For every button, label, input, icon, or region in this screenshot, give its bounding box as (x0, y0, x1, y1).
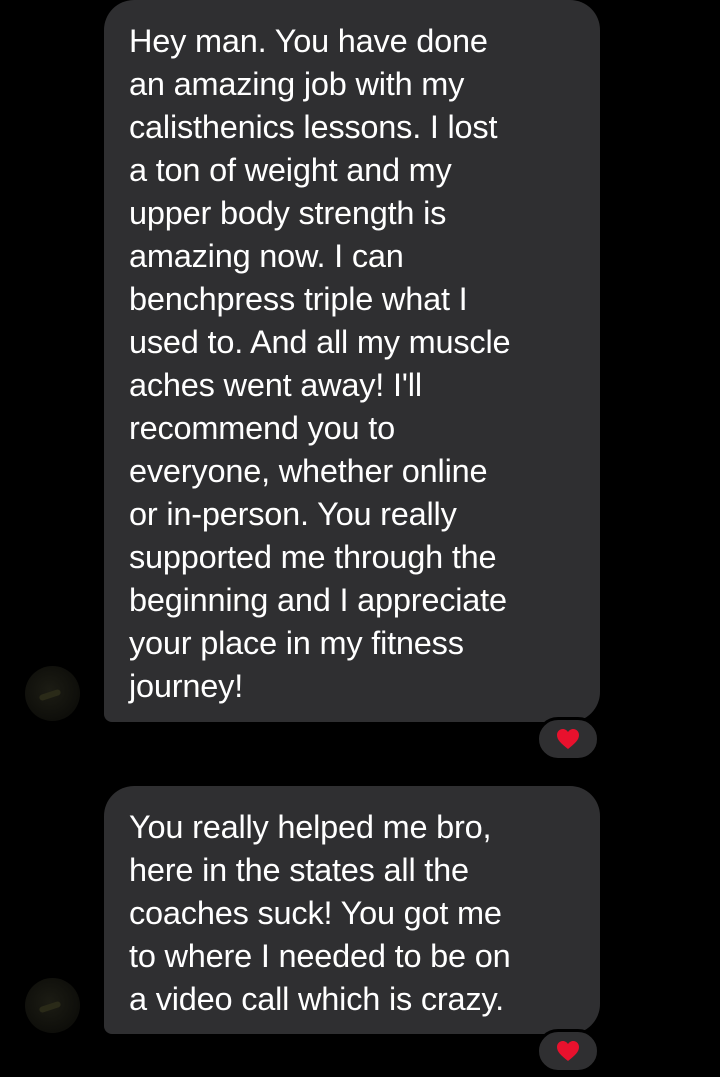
message-text: Hey man. You have done an amazing job wi… (129, 23, 511, 704)
message-text: You really helped me bro, here in the st… (129, 809, 511, 1017)
avatar-image (38, 1000, 62, 1014)
message-thread: Hey man. You have done an amazing job wi… (0, 0, 720, 1077)
sender-avatar[interactable] (25, 978, 80, 1033)
sender-avatar[interactable] (25, 666, 80, 721)
heart-reaction-icon (557, 729, 579, 749)
heart-reaction-icon (557, 1041, 579, 1061)
reaction-badge[interactable] (536, 1029, 600, 1073)
avatar-image (38, 688, 62, 702)
message-bubble[interactable]: You really helped me bro, here in the st… (104, 786, 600, 1034)
reaction-badge[interactable] (536, 717, 600, 761)
message-bubble[interactable]: Hey man. You have done an amazing job wi… (104, 0, 600, 722)
